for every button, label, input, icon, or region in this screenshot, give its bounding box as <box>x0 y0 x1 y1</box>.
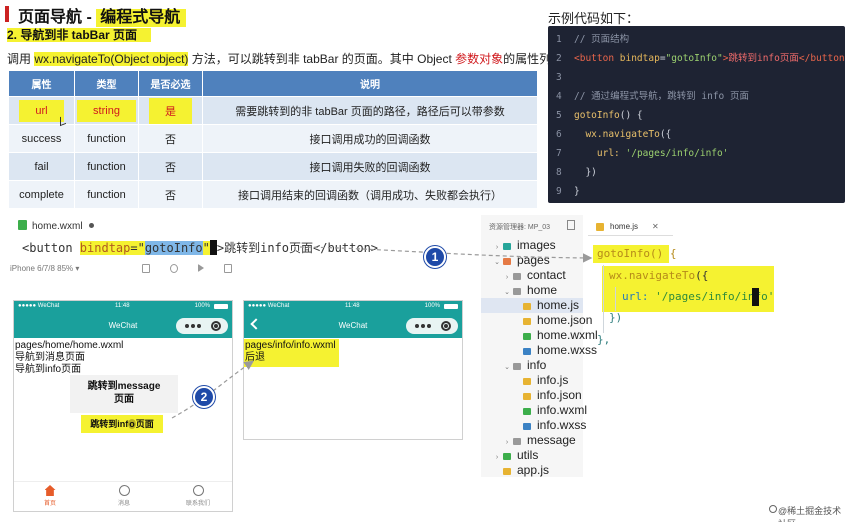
juejin-logo-icon <box>769 505 777 513</box>
watermark: @稀土掘金技术社区 <box>778 506 842 522</box>
annotation-arrows <box>171 246 593 419</box>
step-one-badge: 1 <box>424 246 446 268</box>
step-two-badge: 2 <box>193 386 215 408</box>
